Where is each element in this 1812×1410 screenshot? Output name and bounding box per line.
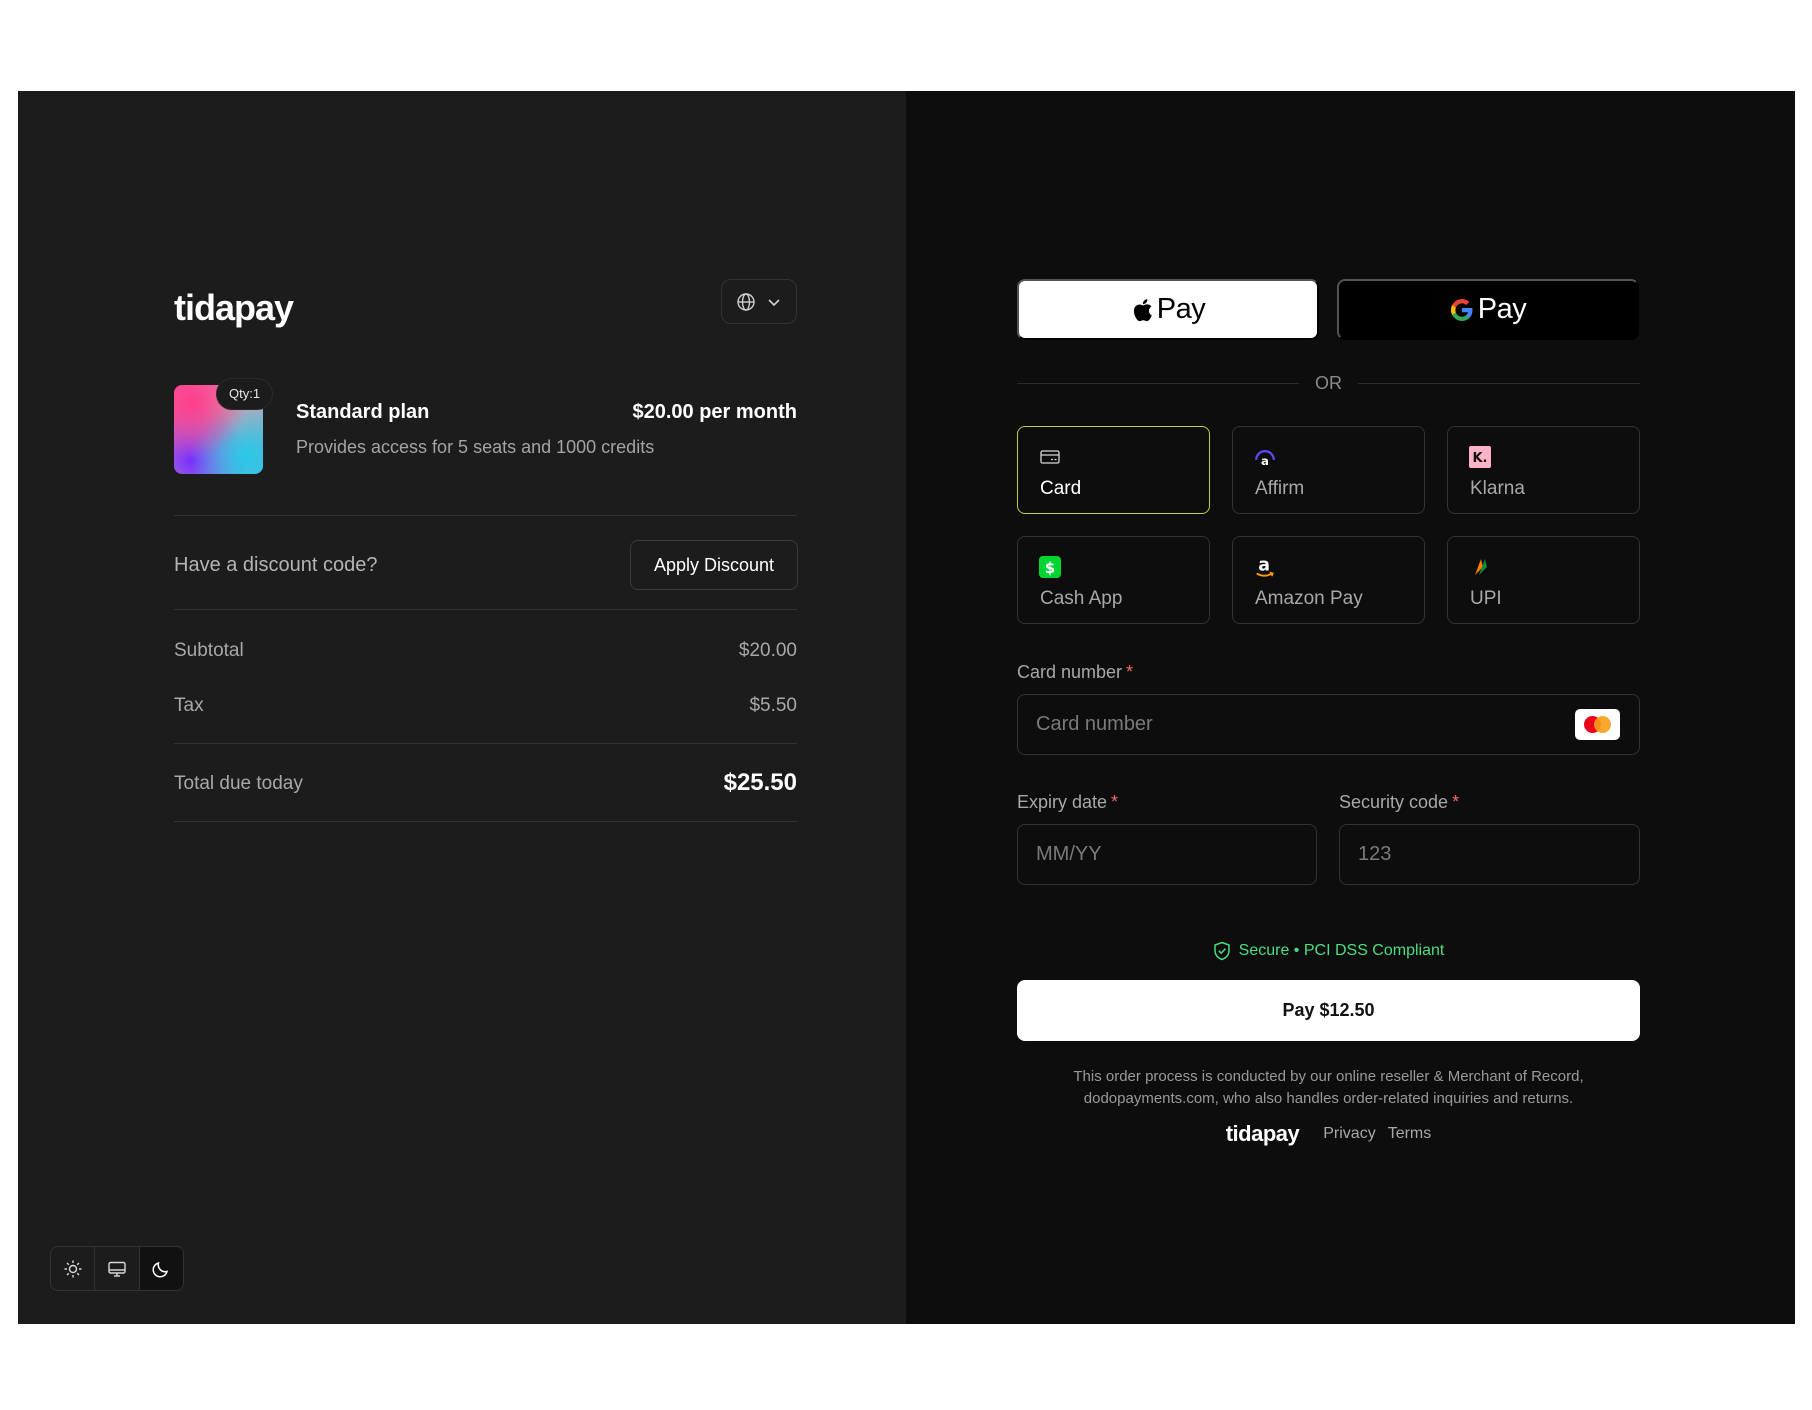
total-label: Total due today [174,773,303,794]
svg-text:a: a [1261,454,1269,468]
or-text: OR [1315,372,1342,393]
plan-price: $20.00 per month [632,401,797,423]
security-code-input[interactable] [1340,825,1639,884]
footer: tidapay Privacy Terms [1017,1121,1640,1147]
cashapp-icon: $ [1039,556,1061,578]
card-number-label: Card number * [1017,662,1134,682]
amazon-icon: a [1254,556,1276,578]
payment-method-klarna[interactable]: K. Klarna [1447,426,1640,514]
or-divider: OR [1017,371,1640,395]
sun-icon [64,1260,82,1277]
subtotal-label: Subtotal [174,640,244,661]
discount-prompt: Have a discount code? [174,554,378,576]
payment-method-label: Affirm [1255,478,1305,499]
plan-description: Provides access for 5 seats and 1000 cre… [296,437,655,457]
required-mark: * [1126,662,1134,682]
secure-text: Secure • PCI DSS Compliant [1238,942,1445,959]
payment-method-label: UPI [1470,588,1502,609]
svg-text:a: a [1258,556,1270,576]
footer-logo: tidapay [1225,1121,1300,1146]
google-pay-button[interactable]: Pay [1337,279,1639,340]
pay-button[interactable]: Pay $12.50 [1017,980,1640,1041]
quantity-badge: Qty:1 [216,378,274,410]
terms-link[interactable]: Terms [1388,1125,1432,1143]
payment-method-cashapp[interactable]: $ Cash App [1017,536,1210,624]
shield-check-icon [1213,941,1230,961]
plan-name: Standard plan [296,401,430,423]
payment-method-upi[interactable]: UPI [1447,536,1640,624]
order-summary-panel: tidapay Qty:1 Standard plan $20.00 per m… [18,91,906,1324]
card-number-input[interactable] [1018,695,1639,754]
payment-method-amazonpay[interactable]: a Amazon Pay [1232,536,1425,624]
mastercard-icon [1575,709,1620,740]
globe-icon [736,292,756,312]
brand-logo: tidapay [174,287,294,328]
subtotal-value: $20.00 [738,640,797,661]
apply-discount-button[interactable]: Apply Discount [630,540,798,590]
theme-dark-button[interactable] [139,1247,183,1290]
divider [174,515,797,516]
divider [174,743,797,744]
theme-system-button[interactable] [95,1247,140,1290]
payment-method-label: Amazon Pay [1255,588,1363,609]
payment-method-card[interactable]: Card [1017,426,1210,514]
security-code-field [1339,824,1640,885]
payment-method-label: Klarna [1470,478,1525,499]
upi-icon [1469,556,1491,578]
card-icon [1039,446,1061,468]
google-icon [1450,298,1473,321]
apple-icon [1133,298,1152,321]
secure-notice: Secure • PCI DSS Compliant [1017,941,1640,961]
required-mark: * [1111,792,1119,812]
expiry-date-field [1017,824,1317,885]
payment-panel: Pay Pay OR Card a Affirm K. Klarna $ Cas… [906,91,1795,1324]
security-code-label: Security code * [1339,792,1460,812]
tax-label: Tax [174,695,204,716]
required-mark: * [1452,792,1460,812]
apple-pay-label: Pay [1156,293,1206,325]
theme-light-button[interactable] [51,1247,96,1290]
expiry-date-input[interactable] [1018,825,1316,884]
privacy-link[interactable]: Privacy [1323,1125,1375,1143]
tax-value: $5.50 [749,695,797,716]
payment-method-label: Cash App [1040,588,1123,609]
language-selector[interactable] [721,279,797,324]
payment-method-affirm[interactable]: a Affirm [1232,426,1425,514]
affirm-icon: a [1254,446,1276,468]
legal-line: dodopayments.com, who also handles order… [1083,1090,1574,1107]
klarna-icon: K. [1469,446,1491,468]
monitor-icon [108,1261,126,1277]
expiry-date-label: Expiry date * [1017,792,1119,812]
moon-icon [152,1261,169,1277]
svg-text:$: $ [1045,559,1055,577]
svg-text:K.: K. [1472,451,1487,466]
payment-method-label: Card [1040,478,1082,499]
apple-pay-button[interactable]: Pay [1017,279,1319,340]
total-value: $25.50 [723,769,797,796]
merchant-notice: This order process is conducted by our o… [1017,1066,1640,1110]
chevron-down-icon [766,294,782,310]
divider [174,821,797,822]
divider [174,609,797,610]
checkout-frame: tidapay Qty:1 Standard plan $20.00 per m… [18,91,1795,1324]
google-pay-label: Pay [1477,293,1527,325]
card-number-field [1017,694,1640,755]
theme-switcher [50,1246,184,1291]
legal-line: This order process is conducted by our o… [1073,1068,1584,1085]
